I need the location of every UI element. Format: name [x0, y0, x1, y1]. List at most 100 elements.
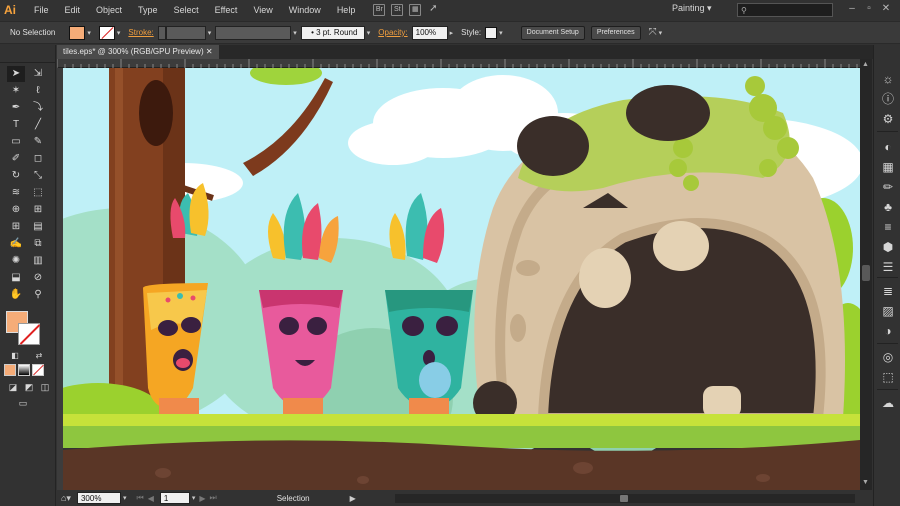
horizontal-scroll-thumb[interactable] — [620, 495, 628, 502]
document-setup-button[interactable]: Document Setup — [520, 25, 585, 40]
default-colors-icon[interactable]: ◧ — [6, 348, 24, 364]
opacity-label[interactable]: Opacity: — [378, 28, 407, 37]
symbols-icon[interactable]: ♣ — [880, 199, 896, 215]
align-icon[interactable]: ≡ — [880, 219, 896, 235]
zoom-level-field[interactable]: 300% — [76, 492, 121, 504]
screen-mode-icon[interactable]: ▭ — [14, 395, 32, 411]
curvature-tool[interactable]: ⤵ — [29, 100, 47, 116]
swap-colors-icon[interactable]: ⇄ — [30, 348, 48, 364]
pen-tool[interactable]: ✒ — [7, 100, 25, 116]
stroke-weight-stepper[interactable] — [157, 25, 166, 40]
menu-file[interactable]: File — [26, 0, 57, 20]
gear-icon[interactable]: ⚙ — [880, 111, 896, 127]
gpu-performance-icon[interactable]: ➚ — [427, 4, 439, 16]
gradient-mode-icon[interactable] — [18, 364, 30, 376]
direct-selection-tool[interactable]: ⇲ — [29, 66, 47, 82]
opacity-field[interactable]: 100% — [411, 25, 448, 40]
magic-wand-tool[interactable]: ✶ — [7, 83, 25, 99]
mesh-tool[interactable]: ⊞ — [7, 219, 25, 235]
transform-icon[interactable]: ⤧ — [649, 27, 657, 38]
menu-effect[interactable]: Effect — [207, 0, 246, 20]
arrange-documents-icon[interactable]: ▦ — [409, 4, 422, 16]
column-graph-tool[interactable]: ▥ — [29, 253, 47, 269]
bridge-icon[interactable]: Br — [373, 4, 386, 16]
libraries-icon[interactable]: ☁ — [880, 395, 896, 411]
artboard-number-field[interactable]: 1 — [159, 492, 190, 504]
close-tab-icon[interactable]: ✕ — [206, 47, 213, 56]
hand-tool[interactable]: ✋ — [7, 287, 25, 303]
width-tool[interactable]: ≋ — [7, 185, 25, 201]
panel-grip[interactable] — [0, 45, 55, 63]
chevron-down-icon[interactable]: ▾ — [117, 29, 121, 37]
chevron-down-icon[interactable]: ▾ — [192, 494, 196, 502]
workspace-switcher[interactable]: Painting ▾ — [672, 3, 712, 14]
symbol-sprayer-tool[interactable]: ✺ — [7, 253, 25, 269]
stroke-weight-field[interactable] — [165, 25, 206, 40]
menu-view[interactable]: View — [245, 0, 280, 20]
artboard-canvas[interactable] — [63, 68, 860, 490]
layers-icon[interactable]: ☰ — [880, 259, 896, 275]
menu-select[interactable]: Select — [166, 0, 207, 20]
stroke-color-swatch[interactable] — [18, 323, 40, 345]
draw-inside-icon[interactable]: ◫ — [36, 379, 54, 395]
chevron-right-icon[interactable]: ▸ — [450, 29, 454, 37]
menu-edit[interactable]: Edit — [57, 0, 89, 20]
line-tool[interactable]: ╱ — [29, 117, 47, 133]
artboard-nav-icon[interactable]: ⌂▾ — [61, 493, 71, 504]
scale-tool[interactable]: ⤡ — [29, 168, 47, 184]
none-mode-icon[interactable] — [32, 364, 44, 376]
horizontal-ruler[interactable] — [56, 59, 865, 68]
next-artboard-icon[interactable]: ▶ — [199, 494, 205, 503]
first-artboard-icon[interactable]: ⏮ — [136, 493, 143, 503]
shape-builder-tool[interactable]: ⊕ — [7, 202, 25, 218]
rectangle-tool[interactable]: ▭ — [7, 134, 25, 150]
chevron-down-icon[interactable]: ▾ — [367, 29, 371, 37]
close-icon[interactable]: ✕ — [880, 3, 892, 15]
gradient-icon[interactable]: ▨ — [880, 303, 896, 319]
variable-width-profile[interactable] — [215, 25, 292, 40]
stroke-icon[interactable]: ≣ — [880, 283, 896, 299]
rotate-tool[interactable]: ↻ — [7, 168, 25, 184]
free-transform-tool[interactable]: ⬚ — [29, 185, 47, 201]
chevron-down-icon[interactable]: ▾ — [499, 29, 503, 37]
status-menu-icon[interactable]: ▶ — [350, 494, 356, 503]
vertical-scroll-thumb[interactable] — [862, 265, 870, 281]
menu-object[interactable]: Object — [88, 0, 130, 20]
appearance-icon[interactable]: ◎ — [880, 349, 896, 365]
blend-tool[interactable]: ⧉ — [29, 236, 47, 252]
chevron-down-icon[interactable]: ▾ — [123, 494, 127, 502]
preferences-button[interactable]: Preferences — [590, 25, 641, 40]
maximize-icon[interactable]: ▫ — [863, 3, 875, 15]
zoom-tool[interactable]: ⚲ — [29, 287, 47, 303]
scroll-down-icon[interactable]: ▼ — [862, 479, 869, 486]
artboard-tool[interactable]: ⬓ — [7, 270, 25, 286]
chevron-down-icon[interactable]: ▾ — [87, 29, 91, 37]
brushes-icon[interactable]: ✏ — [880, 179, 896, 195]
stroke-swatch[interactable] — [98, 25, 115, 40]
document-tab[interactable]: tiles.eps* @ 300% (RGB/GPU Preview) ✕ — [57, 45, 219, 59]
last-artboard-icon[interactable]: ⏭ — [210, 493, 217, 503]
paintbrush-tool[interactable]: ✎ — [29, 134, 47, 150]
eraser-tool[interactable]: ◻ — [29, 151, 47, 167]
stroke-label[interactable]: Stroke: — [128, 28, 153, 37]
fill-swatch[interactable] — [69, 25, 86, 40]
shaper-tool[interactable]: ✐ — [7, 151, 25, 167]
lasso-tool[interactable]: ℓ — [29, 83, 47, 99]
chevron-down-icon[interactable]: ▾ — [659, 29, 663, 37]
info-icon[interactable]: ⓘ — [880, 91, 896, 107]
chevron-down-icon[interactable]: ▾ — [208, 29, 212, 37]
search-input[interactable]: ⚲ — [737, 3, 833, 17]
graphic-style-swatch[interactable] — [485, 26, 498, 39]
selection-tool[interactable]: ➤ — [7, 66, 25, 82]
scroll-up-icon[interactable]: ▲ — [862, 61, 869, 68]
gradient-tool[interactable]: ▤ — [29, 219, 47, 235]
brush-definition[interactable]: • 3 pt. Round — [300, 25, 365, 40]
previous-artboard-icon[interactable]: ◀ — [148, 494, 154, 503]
current-tool-status[interactable]: Selection — [277, 494, 310, 503]
slice-tool[interactable]: ⊘ — [29, 270, 47, 286]
vertical-scrollbar[interactable]: ▲ ▼ — [860, 59, 872, 490]
color-icon[interactable]: ◐ — [880, 139, 896, 155]
type-tool[interactable]: T — [7, 117, 25, 133]
horizontal-scrollbar[interactable] — [395, 494, 855, 503]
transparency-icon[interactable]: ◑ — [880, 323, 896, 339]
